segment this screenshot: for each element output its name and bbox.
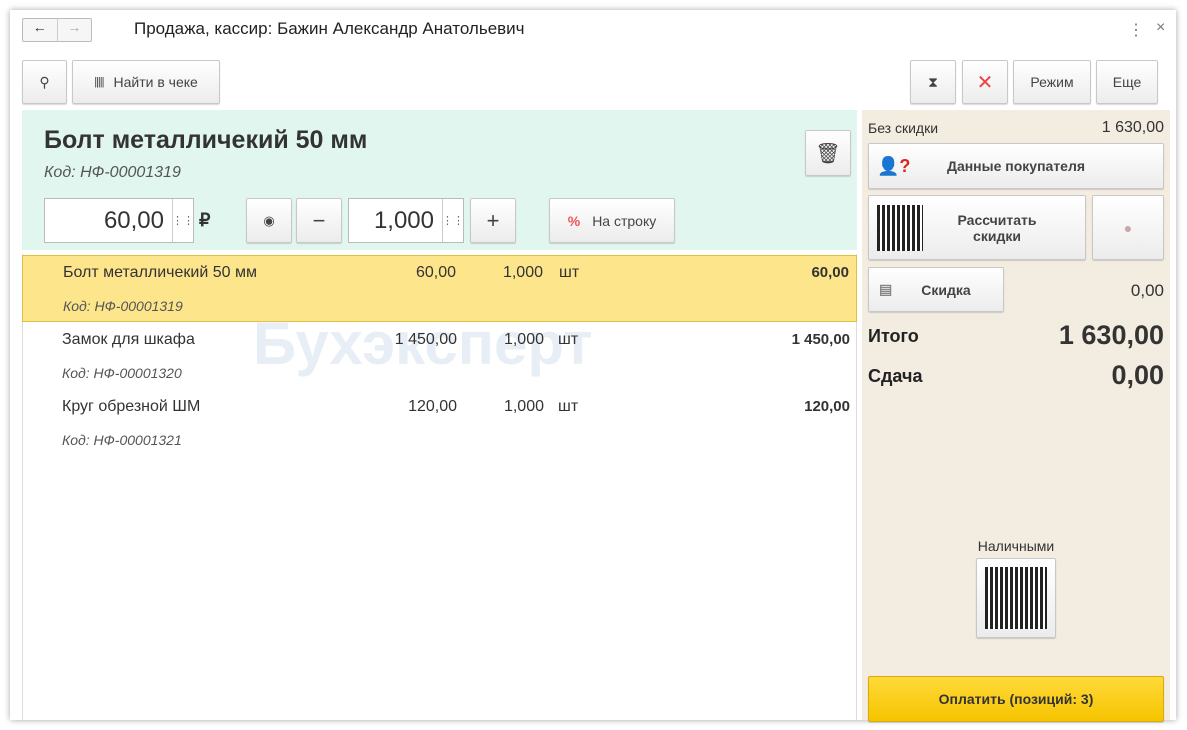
find-in-receipt-button[interactable]: ||||| Найти в чеке	[72, 60, 220, 104]
total-value: 1 630,00	[1058, 320, 1164, 350]
discount-percent-button[interactable]: ●	[1092, 195, 1164, 260]
user-question-icon: 👤?	[877, 155, 911, 176]
eye-icon: ◉	[263, 212, 275, 228]
item-unit: шт	[558, 398, 579, 415]
more-label: Еще	[1112, 74, 1142, 90]
hourglass-button[interactable]: ⧗	[910, 60, 956, 104]
qr-code-icon	[877, 204, 923, 251]
quantity-input[interactable]: 1,000 ⋮⋮	[348, 198, 464, 243]
delete-button[interactable]: 🗑	[805, 130, 851, 176]
cash-label: Наличными	[977, 538, 1055, 554]
item-sum: 60,00	[811, 264, 849, 281]
close-icon[interactable]: ×	[1156, 19, 1165, 37]
currency-sign: ₽	[199, 210, 211, 230]
discount-button[interactable]: ▤ Скидка	[868, 267, 1004, 312]
item-name: Болт металличекий 50 мм	[63, 264, 257, 281]
quantity-value: 1,000	[373, 206, 434, 234]
percent-circle-icon: ●	[1123, 219, 1133, 236]
more-icon[interactable]: ⋮	[1128, 20, 1144, 40]
barcode-icon: |||||	[94, 76, 104, 88]
change-value: 0,00	[1111, 360, 1164, 390]
current-item-name: Болт металличекий 50 мм	[44, 126, 368, 154]
item-code: Код: НФ-00001321	[62, 432, 182, 448]
item-code: Код: НФ-00001319	[63, 298, 183, 314]
cash-qr-button[interactable]	[976, 558, 1056, 638]
item-price: 60,00	[415, 264, 456, 281]
item-price: 1 450,00	[394, 331, 457, 348]
customer-label: Данные покупателя	[946, 158, 1086, 174]
discount-label: Скидка	[921, 281, 971, 298]
mode-label: Режим	[1030, 74, 1074, 90]
total-label: Итого	[868, 326, 919, 346]
search-icon: ⚲	[39, 73, 50, 90]
pay-label: Оплатить (позиций: 3)	[938, 691, 1094, 707]
item-price: 120,00	[408, 398, 457, 415]
nav-buttons: ← →	[22, 18, 92, 42]
window: ← → Продажа, кассир: Бажин Александр Ана…	[10, 10, 1176, 722]
minus-icon: −	[312, 207, 326, 233]
change-label: Сдача	[868, 366, 923, 386]
item-unit: шт	[559, 264, 580, 281]
more-button[interactable]: Еще	[1096, 60, 1158, 104]
item-name: Замок для шкафа	[62, 331, 195, 348]
window-title: Продажа, кассир: Бажин Александр Анатоль…	[134, 19, 525, 38]
item-unit: шт	[558, 331, 579, 348]
summary-panel: Без скидки 1 630,00 👤? Данные покупателя …	[862, 110, 1170, 722]
calculate-discounts-button[interactable]: Рассчитать скидки	[868, 195, 1086, 260]
close-x-icon: ✕	[976, 71, 994, 94]
price-input[interactable]: 60,00 ⋮⋮	[44, 198, 194, 243]
item-qty: 1,000	[502, 264, 543, 281]
hourglass-icon: ⧗	[928, 73, 938, 90]
no-discount-value: 1 630,00	[1101, 119, 1164, 136]
current-item-panel: Болт металличекий 50 мм Код: НФ-00001319…	[22, 110, 857, 250]
table-row[interactable]: Болт металличекий 50 мм 60,00 1,000 шт 6…	[22, 255, 857, 322]
find-label: Найти в чеке	[113, 74, 198, 90]
pay-button[interactable]: Оплатить (позиций: 3)	[868, 676, 1164, 722]
cancel-button[interactable]: ✕	[962, 60, 1008, 104]
qr-code-icon	[985, 567, 1047, 629]
decrease-quantity-button[interactable]: −	[296, 198, 342, 243]
discount-value: 0,00	[1130, 281, 1164, 300]
percent-icon: %	[567, 212, 581, 229]
to-line-label: На строку	[592, 212, 657, 229]
search-button[interactable]: ⚲	[22, 60, 67, 104]
increase-quantity-button[interactable]: +	[470, 198, 516, 243]
item-sum: 120,00	[804, 398, 850, 415]
calc-discount-label: Рассчитать скидки	[957, 211, 1037, 244]
calculator-icon[interactable]: ⋮⋮	[442, 199, 464, 242]
plus-icon: +	[486, 207, 500, 233]
item-code: Код: НФ-00001320	[62, 365, 182, 381]
item-qty: 1,000	[503, 331, 544, 348]
view-button[interactable]: ◉	[246, 198, 292, 243]
back-arrow-icon[interactable]: ←	[23, 19, 58, 41]
forward-arrow-icon[interactable]: →	[58, 19, 92, 41]
item-qty: 1,000	[503, 398, 544, 415]
calculator-icon[interactable]: ⋮⋮	[172, 199, 194, 242]
table-row[interactable]: Замок для шкафа 1 450,00 1,000 шт 1 450,…	[22, 323, 857, 390]
trash-icon: 🗑	[815, 142, 841, 165]
item-name: Круг обрезной ШМ	[62, 398, 201, 415]
discount-icon: ▤	[879, 281, 893, 297]
item-sum: 1 450,00	[791, 331, 850, 348]
current-item-code: Код: НФ-00001319	[44, 164, 181, 181]
table-row[interactable]: Круг обрезной ШМ 120,00 1,000 шт 120,00 …	[22, 390, 857, 457]
mode-button[interactable]: Режим	[1013, 60, 1091, 104]
no-discount-label: Без скидки	[868, 120, 939, 136]
customer-data-button[interactable]: 👤? Данные покупателя	[868, 143, 1164, 189]
line-discount-button[interactable]: % На строку	[549, 198, 675, 243]
price-value: 60,00	[103, 206, 164, 234]
